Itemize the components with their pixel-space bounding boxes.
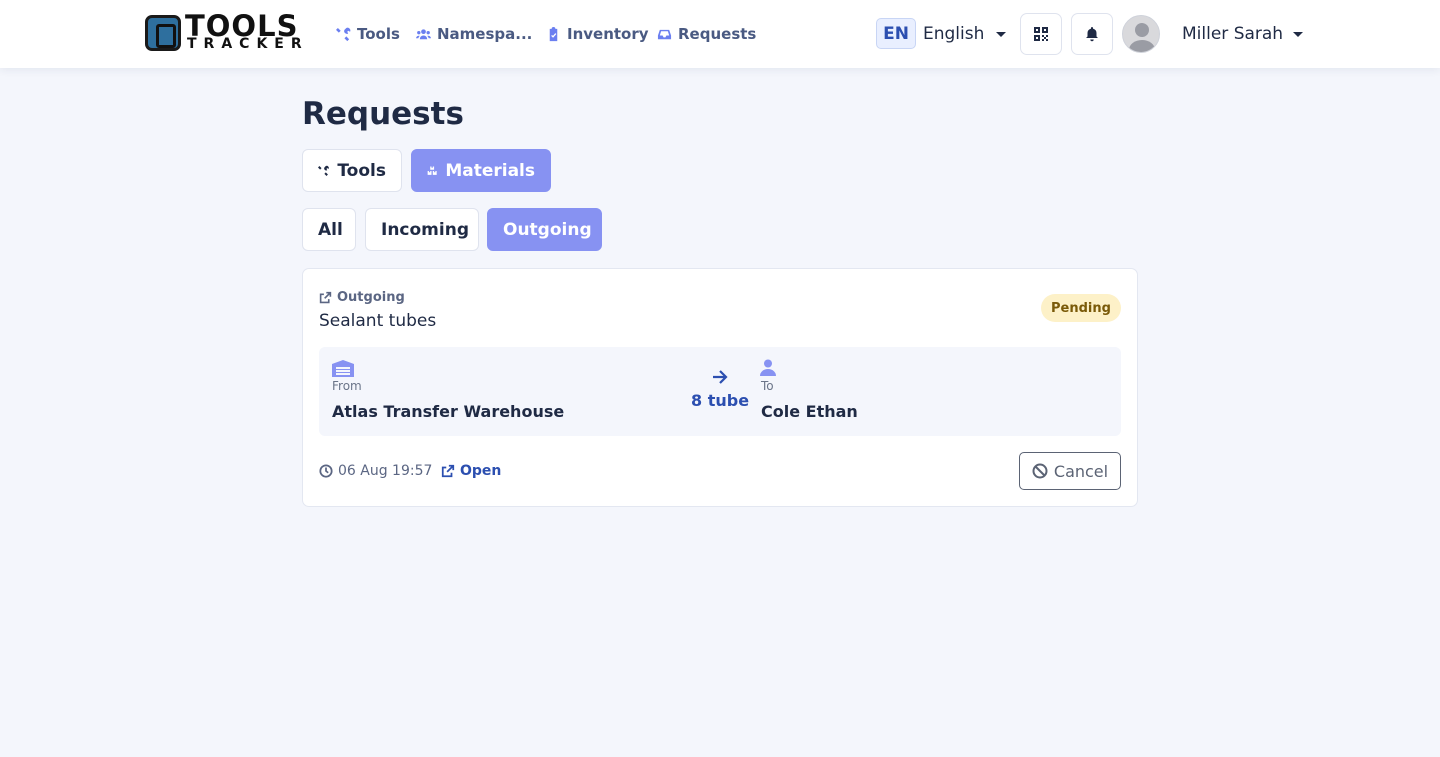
request-direction: Outgoing [319, 290, 405, 305]
tab-all-label: All [318, 219, 343, 240]
cancel-button[interactable]: Cancel [1019, 452, 1121, 490]
nav-requests-label: Requests [678, 25, 757, 43]
tools-tracker-logo[interactable]: TOOLS TRACKER [145, 9, 310, 52]
nav-namespaces-label: Namespa... [437, 25, 533, 43]
notifications-button[interactable] [1071, 13, 1113, 55]
arrow-right-icon [713, 370, 728, 384]
user-menu-dropdown[interactable]: Miller Sarah [1182, 20, 1304, 48]
users-icon [416, 28, 431, 39]
to-label: To [761, 379, 774, 393]
logo-mark-icon [145, 15, 181, 51]
from-location: Atlas Transfer Warehouse [332, 402, 565, 421]
chevron-down-icon [996, 31, 1007, 37]
transfer-summary: From Atlas Transfer Warehouse 8 tube To … [319, 347, 1121, 436]
request-item-title: Sealant tubes [319, 311, 437, 331]
tab-tools[interactable]: Tools [302, 149, 402, 192]
nav-inventory-label: Inventory [567, 25, 649, 43]
top-navbar: TOOLS TRACKER Tools Namespa... Inventory… [0, 0, 1440, 68]
cancel-button-label: Cancel [1053, 461, 1109, 481]
ban-icon [1032, 463, 1048, 479]
open-request-link[interactable]: Open [441, 463, 501, 479]
user-name: Miller Sarah [1182, 24, 1284, 44]
warehouse-icon [332, 360, 354, 377]
nav-tools-label: Tools [357, 25, 400, 43]
language-label: English [923, 24, 985, 44]
tab-outgoing-label: Outgoing [503, 219, 592, 240]
qr-code-button[interactable] [1020, 13, 1062, 55]
status-badge: Pending [1041, 294, 1121, 322]
timestamp-text: 06 Aug 19:57 [338, 463, 433, 479]
tab-materials[interactable]: Materials [411, 149, 551, 192]
language-code-badge: EN [876, 18, 916, 49]
from-label: From [332, 379, 362, 393]
external-link-icon [441, 464, 455, 478]
inbox-icon [657, 29, 672, 39]
tab-all[interactable]: All [302, 208, 356, 251]
nav-requests[interactable]: Requests [657, 22, 756, 46]
to-recipient: Cole Ethan [761, 402, 858, 421]
transfer-quantity: 8 tube [691, 391, 750, 410]
tab-incoming[interactable]: Incoming [365, 208, 479, 251]
open-link-label: Open [460, 463, 502, 479]
external-link-icon [319, 291, 332, 304]
chevron-down-icon [1293, 31, 1304, 37]
wrench-screwdriver-icon [336, 27, 351, 41]
nav-inventory[interactable]: Inventory [546, 22, 649, 46]
tab-outgoing[interactable]: Outgoing [487, 208, 602, 251]
qr-code-icon [1034, 27, 1048, 41]
tab-materials-label: Materials [445, 160, 535, 181]
language-dropdown[interactable]: English [923, 20, 1007, 48]
avatar[interactable] [1122, 15, 1160, 53]
nav-tools[interactable]: Tools [336, 22, 400, 46]
page-title: Requests [302, 96, 464, 132]
wrench-screwdriver-icon [318, 165, 329, 176]
clipboard-icon [549, 26, 558, 41]
tab-tools-label: Tools [337, 160, 386, 181]
request-card: Outgoing Sealant tubes Pending From Atla… [302, 268, 1138, 507]
bell-icon [1086, 27, 1098, 42]
logo-text-tracker: TRACKER [187, 36, 309, 52]
request-timestamp: 06 Aug 19:57 [319, 463, 432, 479]
nav-namespaces[interactable]: Namespa... [416, 22, 532, 46]
user-icon [760, 359, 776, 376]
boxes-icon [427, 165, 437, 175]
clock-icon [319, 464, 333, 478]
request-direction-label: Outgoing [337, 290, 405, 305]
tab-incoming-label: Incoming [381, 219, 469, 240]
